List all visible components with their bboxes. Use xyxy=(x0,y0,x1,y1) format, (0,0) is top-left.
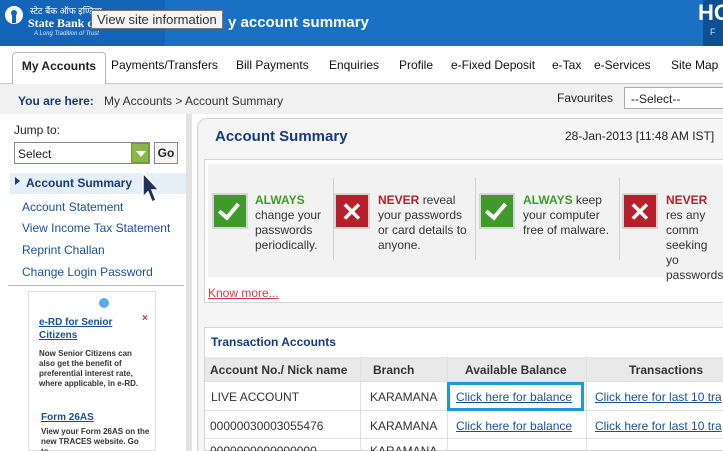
divider xyxy=(619,178,620,260)
checkmark-icon xyxy=(212,193,248,229)
sidebar: Jump to: Select Go Account Summary Accou… xyxy=(0,114,188,451)
breadcrumb: My Accounts > Account Summary xyxy=(104,94,284,108)
pin-icon xyxy=(99,298,109,308)
sidebar-item-account-statement[interactable]: Account Statement xyxy=(22,200,123,214)
chevron-down-icon[interactable] xyxy=(131,143,149,163)
tip-4: NEVER res any comm seeking yo passwords xyxy=(666,193,723,282)
column-divider xyxy=(586,357,587,451)
mouse-cursor-icon xyxy=(142,171,161,204)
main-tabs: My Accounts Payments/Transfers Bill Paym… xyxy=(0,46,723,85)
page-title: y account summary xyxy=(228,14,369,31)
logo-tagline: A Long Tradition of Trust xyxy=(34,31,99,37)
table-title: Transaction Accounts xyxy=(211,335,336,349)
promo-text: Now Senior Citizens can also get the ben… xyxy=(39,349,139,388)
divider xyxy=(8,285,184,286)
tip-2: NEVER reveal your passwords or card deta… xyxy=(378,193,467,252)
table-cell-branch: KARAMANA xyxy=(370,444,438,451)
column-header-branch: Branch xyxy=(373,363,415,377)
tab-profile[interactable]: Profile xyxy=(399,58,433,72)
site-info-tooltip: View site information xyxy=(91,10,223,29)
know-more-link[interactable]: Know more... xyxy=(208,286,279,300)
last-10-transactions-link[interactable]: Click here for last 10 tra xyxy=(595,419,723,433)
tab-e-fixed-deposit[interactable]: e-Fixed Deposit xyxy=(451,58,535,72)
sidebar-item-reprint-challan[interactable]: Reprint Challan xyxy=(22,243,105,257)
cross-icon: ✕ xyxy=(622,193,658,229)
sidebar-item-label: Account Summary xyxy=(26,176,133,190)
summary-date: 28-Jan-2013 [11:48 AM IST] xyxy=(565,129,715,143)
table-cell-branch: KARAMANA xyxy=(370,419,438,433)
sidebar-item-income-tax-statement[interactable]: View Income Tax Statement xyxy=(22,221,170,235)
section-title: Account Summary xyxy=(215,128,348,145)
tab-my-accounts[interactable]: My Accounts xyxy=(12,52,106,85)
promo-title-link[interactable]: e-RD for Senior Citizens xyxy=(39,316,129,342)
tab-e-services[interactable]: e-Services xyxy=(594,58,651,72)
favourites-select[interactable]: --Select-- xyxy=(624,87,723,109)
tab-enquiries[interactable]: Enquiries xyxy=(329,58,379,72)
promo-text-2: View your Form 26AS on the new TRACES we… xyxy=(41,427,150,451)
balance-link[interactable]: Click here for balance xyxy=(456,419,572,433)
jump-to-label: Jump to: xyxy=(14,123,61,137)
jump-to-select[interactable]: Select xyxy=(14,142,150,164)
breadcrumb-label: You are here: xyxy=(18,94,94,108)
tab-bill-payments[interactable]: Bill Payments xyxy=(236,58,309,72)
column-header-transactions: Transactions xyxy=(629,363,704,377)
tab-site-map[interactable]: Site Map xyxy=(671,58,718,72)
tip-3: ALWAYS keep your computer free of malwar… xyxy=(523,193,610,237)
header-right-sub: F xyxy=(710,27,716,37)
column-header-account: Account No./ Nick name xyxy=(210,363,348,377)
sidebar-shadow xyxy=(186,114,192,451)
close-icon[interactable]: × xyxy=(142,313,148,324)
header-right-letters: HC xyxy=(698,0,723,25)
sidebar-item-change-login-password[interactable]: Change Login Password xyxy=(22,265,153,279)
column-header-balance: Available Balance xyxy=(465,363,567,377)
tip-1: ALWAYS change your passwords periodicall… xyxy=(255,193,322,252)
table-cell-account: 00000030003055476 xyxy=(210,419,324,433)
breadcrumb-bar: You are here: My Accounts > Account Summ… xyxy=(0,84,723,114)
last-10-transactions-link[interactable]: Click here for last 10 tra xyxy=(595,390,723,404)
go-button[interactable]: Go xyxy=(154,142,178,164)
tab-e-tax[interactable]: e-Tax xyxy=(552,58,581,72)
row-divider xyxy=(205,438,723,439)
favourites-label: Favourites xyxy=(557,91,614,105)
triangle-right-icon xyxy=(15,177,20,185)
tab-payments-transfers[interactable]: Payments/Transfers xyxy=(111,58,218,72)
cross-icon: ✕ xyxy=(334,193,370,229)
table-cell-account: 0000000000000000 xyxy=(210,444,317,451)
checkmark-icon xyxy=(479,193,515,229)
table-cell-account: LIVE ACCOUNT xyxy=(211,390,300,404)
sbi-logo-icon xyxy=(5,6,23,24)
divider xyxy=(475,178,476,260)
highlight-box xyxy=(447,382,584,411)
promo-form26as-link[interactable]: Form 26AS xyxy=(41,412,94,423)
column-divider xyxy=(360,357,361,451)
table-cell-branch: KARAMANA xyxy=(370,390,438,404)
promo-card: e-RD for Senior Citizens × Now Senior Ci… xyxy=(28,291,156,451)
